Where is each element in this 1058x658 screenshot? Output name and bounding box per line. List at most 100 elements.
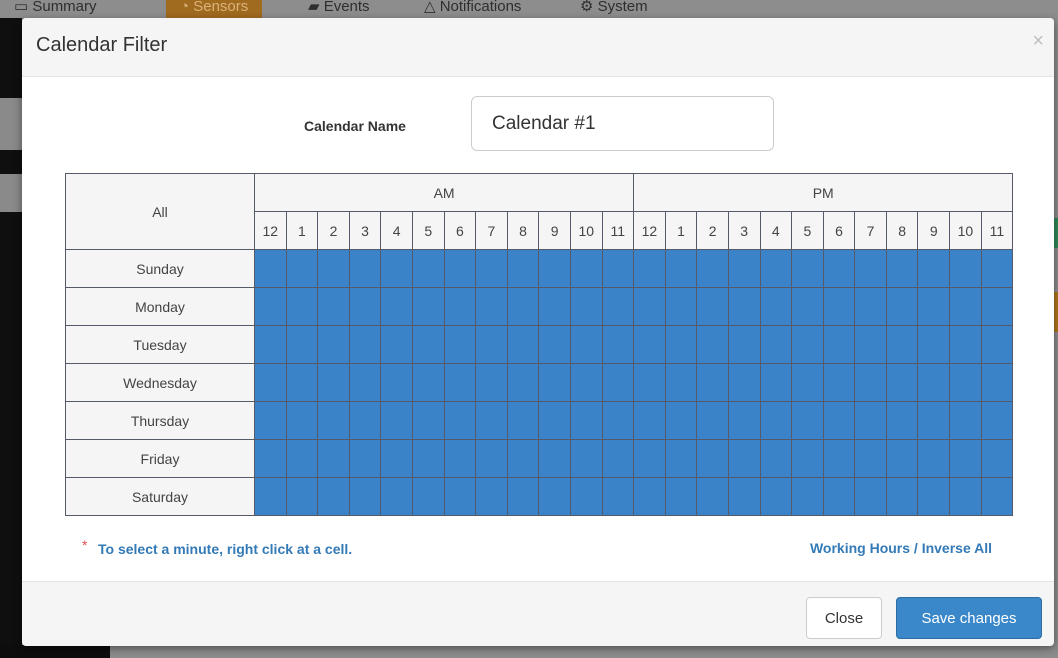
time-slot-cell[interactable] [411,363,445,402]
day-label[interactable]: Tuesday [65,325,255,364]
time-slot-cell[interactable] [475,477,508,516]
time-slot-cell[interactable] [633,287,666,326]
hour-header[interactable]: 5 [411,211,445,250]
time-slot-cell[interactable] [443,249,477,288]
time-slot-cell[interactable] [727,477,761,516]
day-label[interactable]: Thursday [65,401,255,440]
time-slot-cell[interactable] [601,401,635,440]
hour-header[interactable]: 10 [949,211,982,250]
time-slot-cell[interactable] [854,439,887,478]
time-slot-cell[interactable] [822,439,856,478]
day-label[interactable]: Monday [65,287,255,326]
time-slot-cell[interactable] [285,363,319,402]
time-slot-cell[interactable] [506,401,540,440]
day-label[interactable]: Friday [65,439,255,478]
time-slot-cell[interactable] [885,287,919,326]
time-slot-cell[interactable] [885,477,919,516]
time-slot-cell[interactable] [601,325,635,364]
time-slot-cell[interactable] [506,363,540,402]
hour-header[interactable]: 12 [633,211,666,250]
time-slot-cell[interactable] [254,439,287,478]
time-slot-cell[interactable] [791,363,824,402]
day-label[interactable]: Wednesday [65,363,255,402]
time-slot-cell[interactable] [254,249,287,288]
hour-header[interactable]: 12 [254,211,287,250]
time-slot-cell[interactable] [348,287,382,326]
time-slot-cell[interactable] [285,287,319,326]
time-slot-cell[interactable] [317,287,350,326]
time-slot-cell[interactable] [759,477,793,516]
time-slot-cell[interactable] [506,325,540,364]
time-slot-cell[interactable] [791,325,824,364]
time-slot-cell[interactable] [664,439,698,478]
time-slot-cell[interactable] [411,401,445,440]
time-slot-cell[interactable] [917,325,951,364]
time-slot-cell[interactable] [696,325,729,364]
time-slot-cell[interactable] [285,249,319,288]
time-slot-cell[interactable] [348,325,382,364]
time-slot-cell[interactable] [569,363,603,402]
close-icon[interactable]: × [1032,31,1044,51]
time-slot-cell[interactable] [538,249,571,288]
time-slot-cell[interactable] [285,477,319,516]
time-slot-cell[interactable] [633,325,666,364]
time-slot-cell[interactable] [917,401,951,440]
time-slot-cell[interactable] [980,287,1014,326]
time-slot-cell[interactable] [380,439,413,478]
time-slot-cell[interactable] [475,249,508,288]
am-header[interactable]: AM [253,173,635,212]
time-slot-cell[interactable] [917,439,951,478]
hour-header[interactable]: 9 [538,211,571,250]
hour-header[interactable]: 7 [854,211,887,250]
time-slot-cell[interactable] [980,477,1014,516]
time-slot-cell[interactable] [822,477,856,516]
time-slot-cell[interactable] [443,477,477,516]
time-slot-cell[interactable] [506,477,540,516]
time-slot-cell[interactable] [601,439,635,478]
time-slot-cell[interactable] [348,363,382,402]
time-slot-cell[interactable] [949,401,982,440]
time-slot-cell[interactable] [949,439,982,478]
hour-header[interactable]: 4 [759,211,793,250]
time-slot-cell[interactable] [601,287,635,326]
time-slot-cell[interactable] [411,477,445,516]
time-slot-cell[interactable] [633,363,666,402]
time-slot-cell[interactable] [348,439,382,478]
time-slot-cell[interactable] [254,401,287,440]
time-slot-cell[interactable] [601,477,635,516]
time-slot-cell[interactable] [475,325,508,364]
pm-header[interactable]: PM [633,173,1014,212]
hour-header[interactable]: 10 [569,211,603,250]
time-slot-cell[interactable] [696,287,729,326]
hour-header[interactable]: 2 [317,211,350,250]
time-slot-cell[interactable] [601,249,635,288]
hour-header[interactable]: 4 [380,211,413,250]
hour-header[interactable]: 11 [980,211,1014,250]
time-slot-cell[interactable] [980,249,1014,288]
time-slot-cell[interactable] [822,363,856,402]
time-slot-cell[interactable] [411,325,445,364]
hour-header[interactable]: 1 [285,211,319,250]
time-slot-cell[interactable] [475,401,508,440]
time-slot-cell[interactable] [633,401,666,440]
day-label[interactable]: Sunday [65,249,255,288]
time-slot-cell[interactable] [727,363,761,402]
time-slot-cell[interactable] [633,249,666,288]
time-slot-cell[interactable] [917,249,951,288]
time-slot-cell[interactable] [885,249,919,288]
time-slot-cell[interactable] [791,287,824,326]
time-slot-cell[interactable] [317,325,350,364]
time-slot-cell[interactable] [727,249,761,288]
time-slot-cell[interactable] [601,363,635,402]
time-slot-cell[interactable] [854,401,887,440]
time-slot-cell[interactable] [633,439,666,478]
time-slot-cell[interactable] [380,477,413,516]
hour-header[interactable]: 6 [822,211,856,250]
time-slot-cell[interactable] [917,287,951,326]
time-slot-cell[interactable] [569,325,603,364]
hour-header[interactable]: 3 [348,211,382,250]
time-slot-cell[interactable] [696,363,729,402]
time-slot-cell[interactable] [885,363,919,402]
time-slot-cell[interactable] [854,325,887,364]
time-slot-cell[interactable] [759,439,793,478]
